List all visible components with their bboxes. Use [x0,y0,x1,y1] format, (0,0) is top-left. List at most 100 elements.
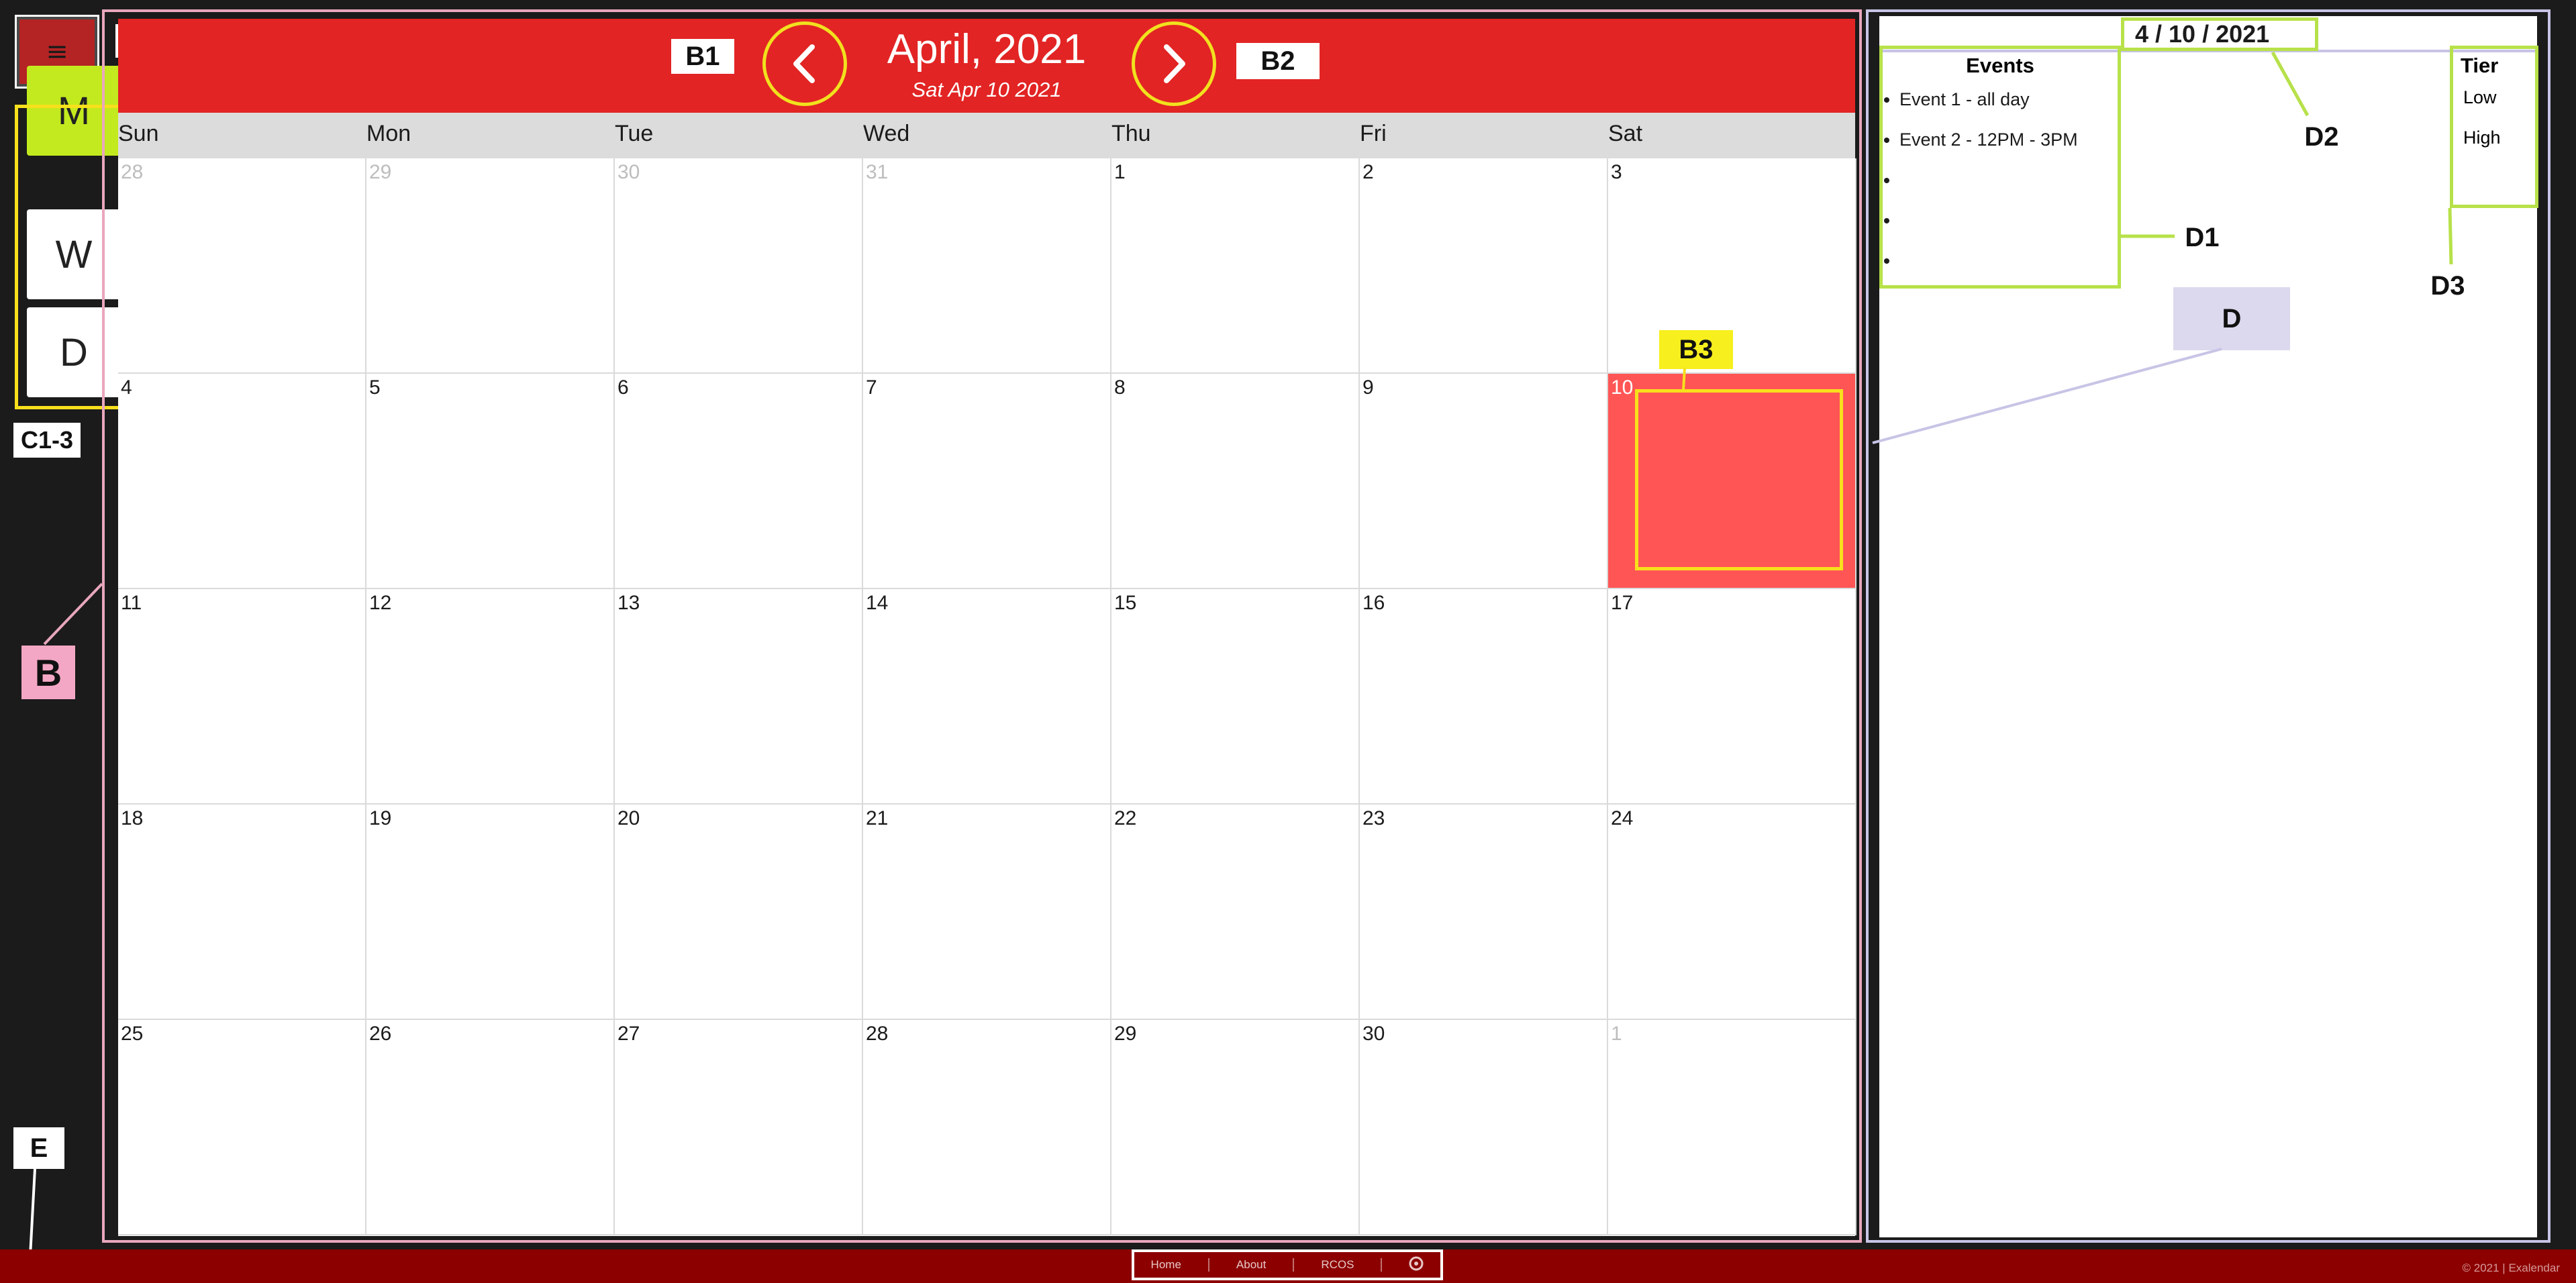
day-number: 5 [369,376,381,399]
day-number: 20 [617,807,640,829]
calendar-day[interactable]: 29 [1111,1020,1360,1235]
event-item[interactable] [1899,247,2078,287]
calendar-day[interactable]: 1 [1608,1020,1856,1235]
tier-title: Tier [2461,54,2499,77]
weekday-label: Mon [366,121,411,146]
github-icon-glyph [1409,1256,1424,1270]
weekday-label: Sat [1608,121,1643,146]
annotation-b3: B3 [1659,330,1733,369]
calendar-day[interactable]: 20 [615,805,863,1020]
event-item[interactable]: Event 2 - 12PM - 3PM [1899,126,2078,166]
chevron-right-icon [1164,44,1185,83]
day-number: 2 [1363,161,1374,183]
annotation-d: D [2173,287,2290,350]
calendar-day[interactable]: 23 [1360,805,1608,1020]
weekday-label: Wed [863,121,910,146]
prev-month-button[interactable] [762,21,847,106]
day-number: 28 [866,1023,889,1045]
calendar-day[interactable]: 27 [615,1020,863,1235]
day-number: 3 [1611,161,1622,183]
day-number: 7 [866,376,877,399]
day-number: 24 [1611,807,1634,829]
panel-date: 4 / 10 / 2021 [2121,17,2318,51]
calendar-day[interactable]: 16 [1360,589,1608,805]
calendar-day[interactable]: 26 [366,1020,615,1235]
calendar-day[interactable]: 24 [1608,805,1856,1020]
annotation-c1-3: C1-3 [13,423,81,458]
calendar-day[interactable]: 28 [863,1020,1111,1235]
calendar-day[interactable]: 15 [1111,589,1360,805]
day-number: 4 [121,376,132,399]
day-number: 21 [866,807,889,829]
next-month-button[interactable] [1132,21,1216,106]
day-number: 23 [1363,807,1385,829]
calendar-day[interactable]: 21 [863,805,1111,1020]
github-icon[interactable] [1382,1256,1450,1274]
day-number: 13 [617,592,640,614]
day-number: 1 [1114,161,1126,183]
day-number: 14 [866,592,889,614]
event-item[interactable] [1899,166,2078,207]
calendar-day[interactable]: 18 [118,805,366,1020]
annotation-leader [1682,368,1686,391]
weekday-label: Sun [118,121,159,146]
day-number: 26 [369,1023,392,1045]
event-item[interactable] [1899,207,2078,247]
weekday-label: Thu [1111,121,1151,146]
tier-low[interactable]: Low [2463,87,2497,108]
annotation-d2: D2 [2304,121,2339,152]
day-number: 12 [369,592,392,614]
footer-link-rcos[interactable]: RCOS [1294,1258,1383,1272]
day-number: 19 [369,807,392,829]
calendar-day[interactable]: 22 [1111,805,1360,1020]
calendar-day[interactable]: 19 [366,805,615,1020]
calendar-day[interactable]: 11 [118,589,366,805]
calendar-day[interactable]: 12 [366,589,615,805]
calendar-day[interactable]: 4 [118,374,366,589]
calendar-day[interactable]: 17 [1608,589,1856,805]
day-number: 11 [121,592,142,614]
footer-links: Home About RCOS [1132,1249,1443,1280]
day-number: 22 [1114,807,1137,829]
calendar-day[interactable]: 30 [1360,1020,1608,1235]
day-number: 17 [1611,592,1634,614]
calendar-day[interactable]: 5 [366,374,615,589]
copyright: © 2021 | Exalendar [2462,1262,2560,1274]
weekday-label: Tue [615,121,654,146]
weekday-label: Fri [1360,121,1387,146]
calendar-day[interactable]: 7 [863,374,1111,589]
month-title: April, 2021 [887,26,1087,72]
events-list: Event 1 - all day Event 2 - 12PM - 3PM [1883,86,2078,287]
tier-high[interactable]: High [2463,127,2501,148]
day-number: 31 [866,161,889,183]
day-number: 18 [121,807,144,829]
calendar-day[interactable]: 25 [118,1020,366,1235]
annotation-e: E [13,1127,64,1169]
calendar-day[interactable]: 6 [615,374,863,589]
calendar-grid: 28 29 30 31 1 2 3 4 5 6 7 8 9 10 11 12 13 14 15 16 17 18 19 20 2… [118,158,1856,1236]
chevron-left-icon [793,44,815,83]
calendar-day[interactable]: 9 [1360,374,1608,589]
footer-link-home[interactable]: Home [1124,1258,1209,1272]
day-number: 6 [617,376,629,399]
calendar-day[interactable]: 31 [863,158,1111,374]
day-number: 25 [121,1023,144,1045]
calendar-day[interactable]: 8 [1111,374,1360,589]
calendar-day[interactable]: 13 [615,589,863,805]
annotation-d1: D1 [2185,222,2220,252]
day-number: 15 [1114,592,1137,614]
calendar-day[interactable]: 2 [1360,158,1608,374]
day-number: 30 [617,161,640,183]
calendar-day[interactable]: 28 [118,158,366,374]
annotation-b1: B1 [671,39,734,74]
day-number: 16 [1363,592,1385,614]
calendar-day[interactable]: 1 [1111,158,1360,374]
event-item[interactable]: Event 1 - all day [1899,86,2078,126]
day-number: 1 [1611,1023,1622,1045]
annotation-b2: B2 [1236,43,1320,79]
annotation-b: B [21,646,75,699]
calendar-day[interactable]: 14 [863,589,1111,805]
calendar-day[interactable]: 30 [615,158,863,374]
footer-link-about[interactable]: About [1209,1258,1295,1272]
calendar-day[interactable]: 29 [366,158,615,374]
